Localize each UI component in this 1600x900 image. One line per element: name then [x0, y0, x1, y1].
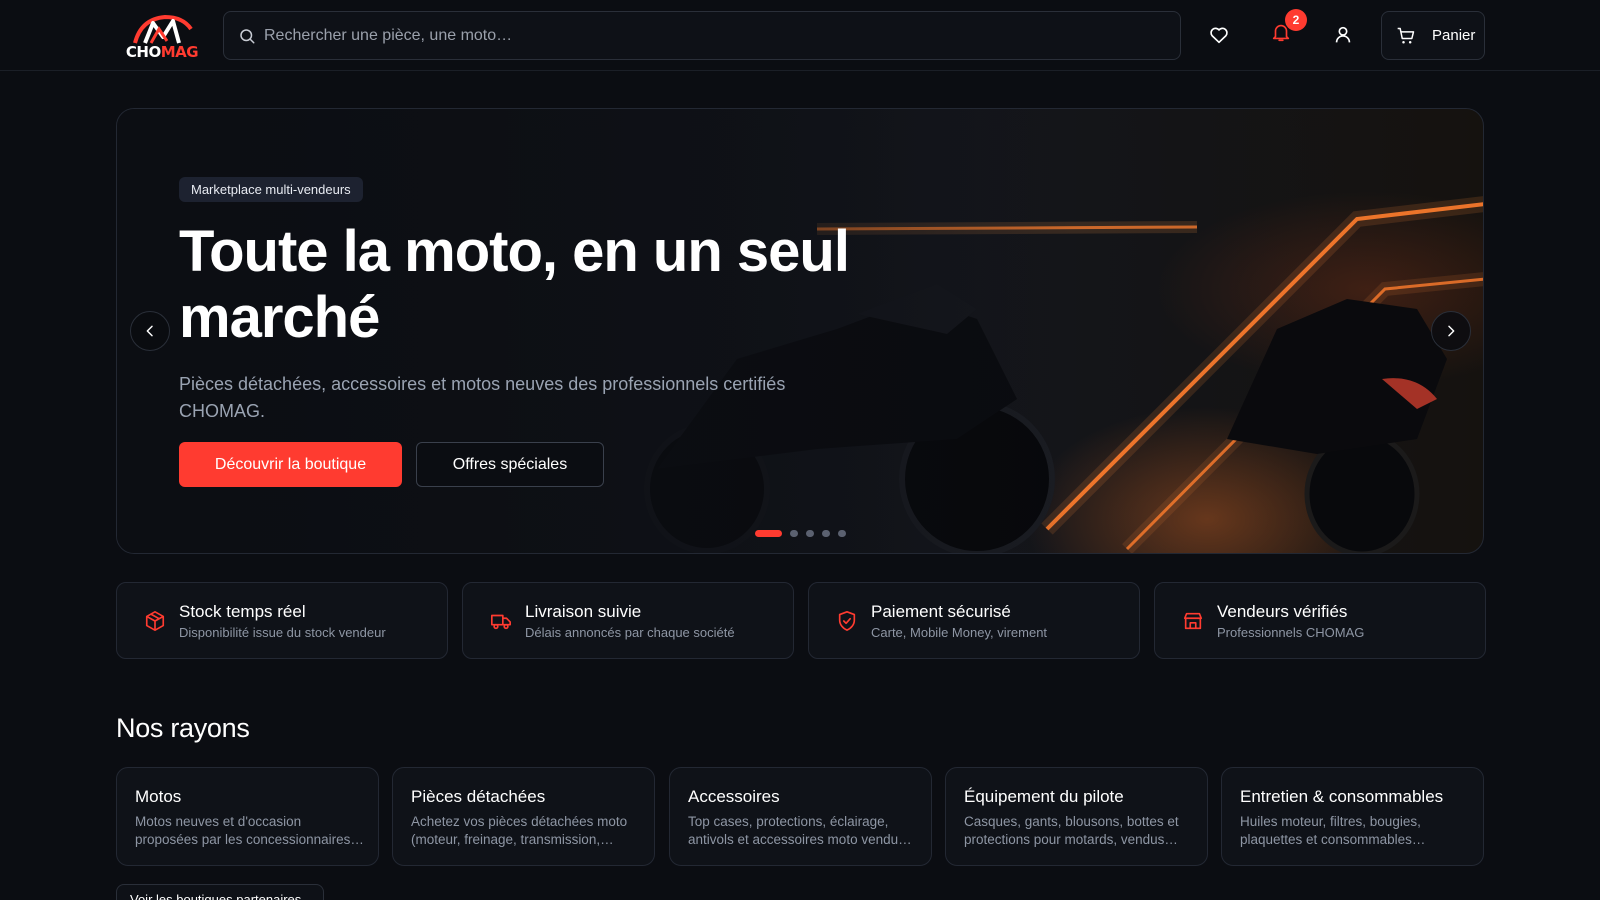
cart-button[interactable]: Panier: [1381, 11, 1485, 60]
feature-desc: Professionnels CHOMAG: [1217, 625, 1365, 640]
category-card-pieces[interactable]: Pièces détachées Achetez vos pièces déta…: [392, 767, 655, 866]
carousel-dot[interactable]: [838, 530, 846, 537]
category-title: Accessoires: [688, 787, 780, 806]
carousel-dot[interactable]: [822, 530, 830, 537]
cart-label: Panier: [1432, 27, 1476, 44]
category-title: Équipement du pilote: [964, 787, 1124, 806]
category-desc: Top cases, protections, éclairage, antiv…: [688, 814, 912, 847]
category-desc: Motos neuves et d'occasion proposées par…: [135, 814, 364, 847]
hero-carousel: Marketplace multi-vendeurs Toute la moto…: [116, 108, 1484, 554]
feature-title: Vendeurs vérifiés: [1217, 602, 1348, 621]
feature-card-payment: Paiement sécurisé Carte, Mobile Money, v…: [808, 582, 1140, 659]
chevron-right-icon: [1448, 325, 1455, 337]
section-title-rayons: Nos rayons: [116, 713, 250, 743]
feature-title: Livraison suivie: [525, 602, 642, 621]
discover-shop-button[interactable]: Découvrir la boutique: [179, 442, 402, 487]
user-account-icon[interactable]: [1332, 24, 1354, 46]
hero-title: Toute la moto, en un seul marché: [179, 219, 850, 350]
carousel-dot[interactable]: [790, 530, 798, 537]
category-card-entretien[interactable]: Entretien & consommables Huiles moteur, …: [1221, 767, 1484, 866]
category-card-accessoires[interactable]: Accessoires Top cases, protections, écla…: [669, 767, 932, 866]
search-input[interactable]: [264, 12, 1164, 59]
shield-check-icon: [838, 611, 856, 631]
store-icon: [1183, 612, 1203, 630]
hero-tag: Marketplace multi-vendeurs: [179, 177, 363, 202]
search-bar[interactable]: [223, 11, 1181, 60]
chomag-logo[interactable]: CHOMAG: [121, 9, 203, 61]
feature-title: Stock temps réel: [179, 602, 306, 621]
favorites-heart-icon[interactable]: [1208, 24, 1230, 46]
special-offers-button[interactable]: Offres spéciales: [416, 442, 604, 487]
feature-card-delivery: Livraison suivie Délais annoncés par cha…: [462, 582, 794, 659]
partner-shops-button[interactable]: Voir les boutiques partenaires: [116, 884, 324, 900]
feature-title: Paiement sécurisé: [871, 602, 1011, 621]
chevron-left-icon: [146, 325, 153, 337]
truck-icon: [491, 614, 511, 630]
category-desc: Achetez vos pièces détachées moto (moteu…: [411, 814, 628, 847]
carousel-prev-button[interactable]: [130, 311, 170, 351]
category-title: Pièces détachées: [411, 787, 546, 806]
category-desc: Casques, gants, blousons, bottes et prot…: [964, 814, 1179, 847]
category-card-equipement[interactable]: Équipement du pilote Casques, gants, blo…: [945, 767, 1208, 866]
carousel-dot[interactable]: [755, 530, 782, 537]
category-title: Motos: [135, 787, 182, 806]
hero-subtitle: Pièces détachées, accessoires et motos n…: [179, 374, 786, 421]
feature-card-vendors: Vendeurs vérifiés Professionnels CHOMAG: [1154, 582, 1486, 659]
carousel-next-button[interactable]: [1431, 311, 1471, 351]
feature-desc: Délais annoncés par chaque société: [525, 625, 735, 640]
carousel-dot[interactable]: [806, 530, 814, 537]
box-icon: [145, 611, 165, 631]
category-title: Entretien & consommables: [1240, 787, 1444, 806]
feature-card-stock: Stock temps réel Disponibilité issue du …: [116, 582, 448, 659]
category-card-motos[interactable]: Motos Motos neuves et d'occasion proposé…: [116, 767, 379, 866]
category-desc: Huiles moteur, filtres, bougies, plaquet…: [1240, 814, 1426, 847]
feature-desc: Carte, Mobile Money, virement: [871, 625, 1048, 640]
search-icon: [240, 29, 255, 44]
shopping-cart-icon: [1397, 27, 1415, 44]
notification-count-badge: 2: [1285, 9, 1307, 31]
logo-wordmark: CHOMAG: [125, 43, 199, 61]
top-header: CHOMAG 2 Panier: [0, 0, 1600, 71]
feature-desc: Disponibilité issue du stock vendeur: [179, 625, 386, 640]
